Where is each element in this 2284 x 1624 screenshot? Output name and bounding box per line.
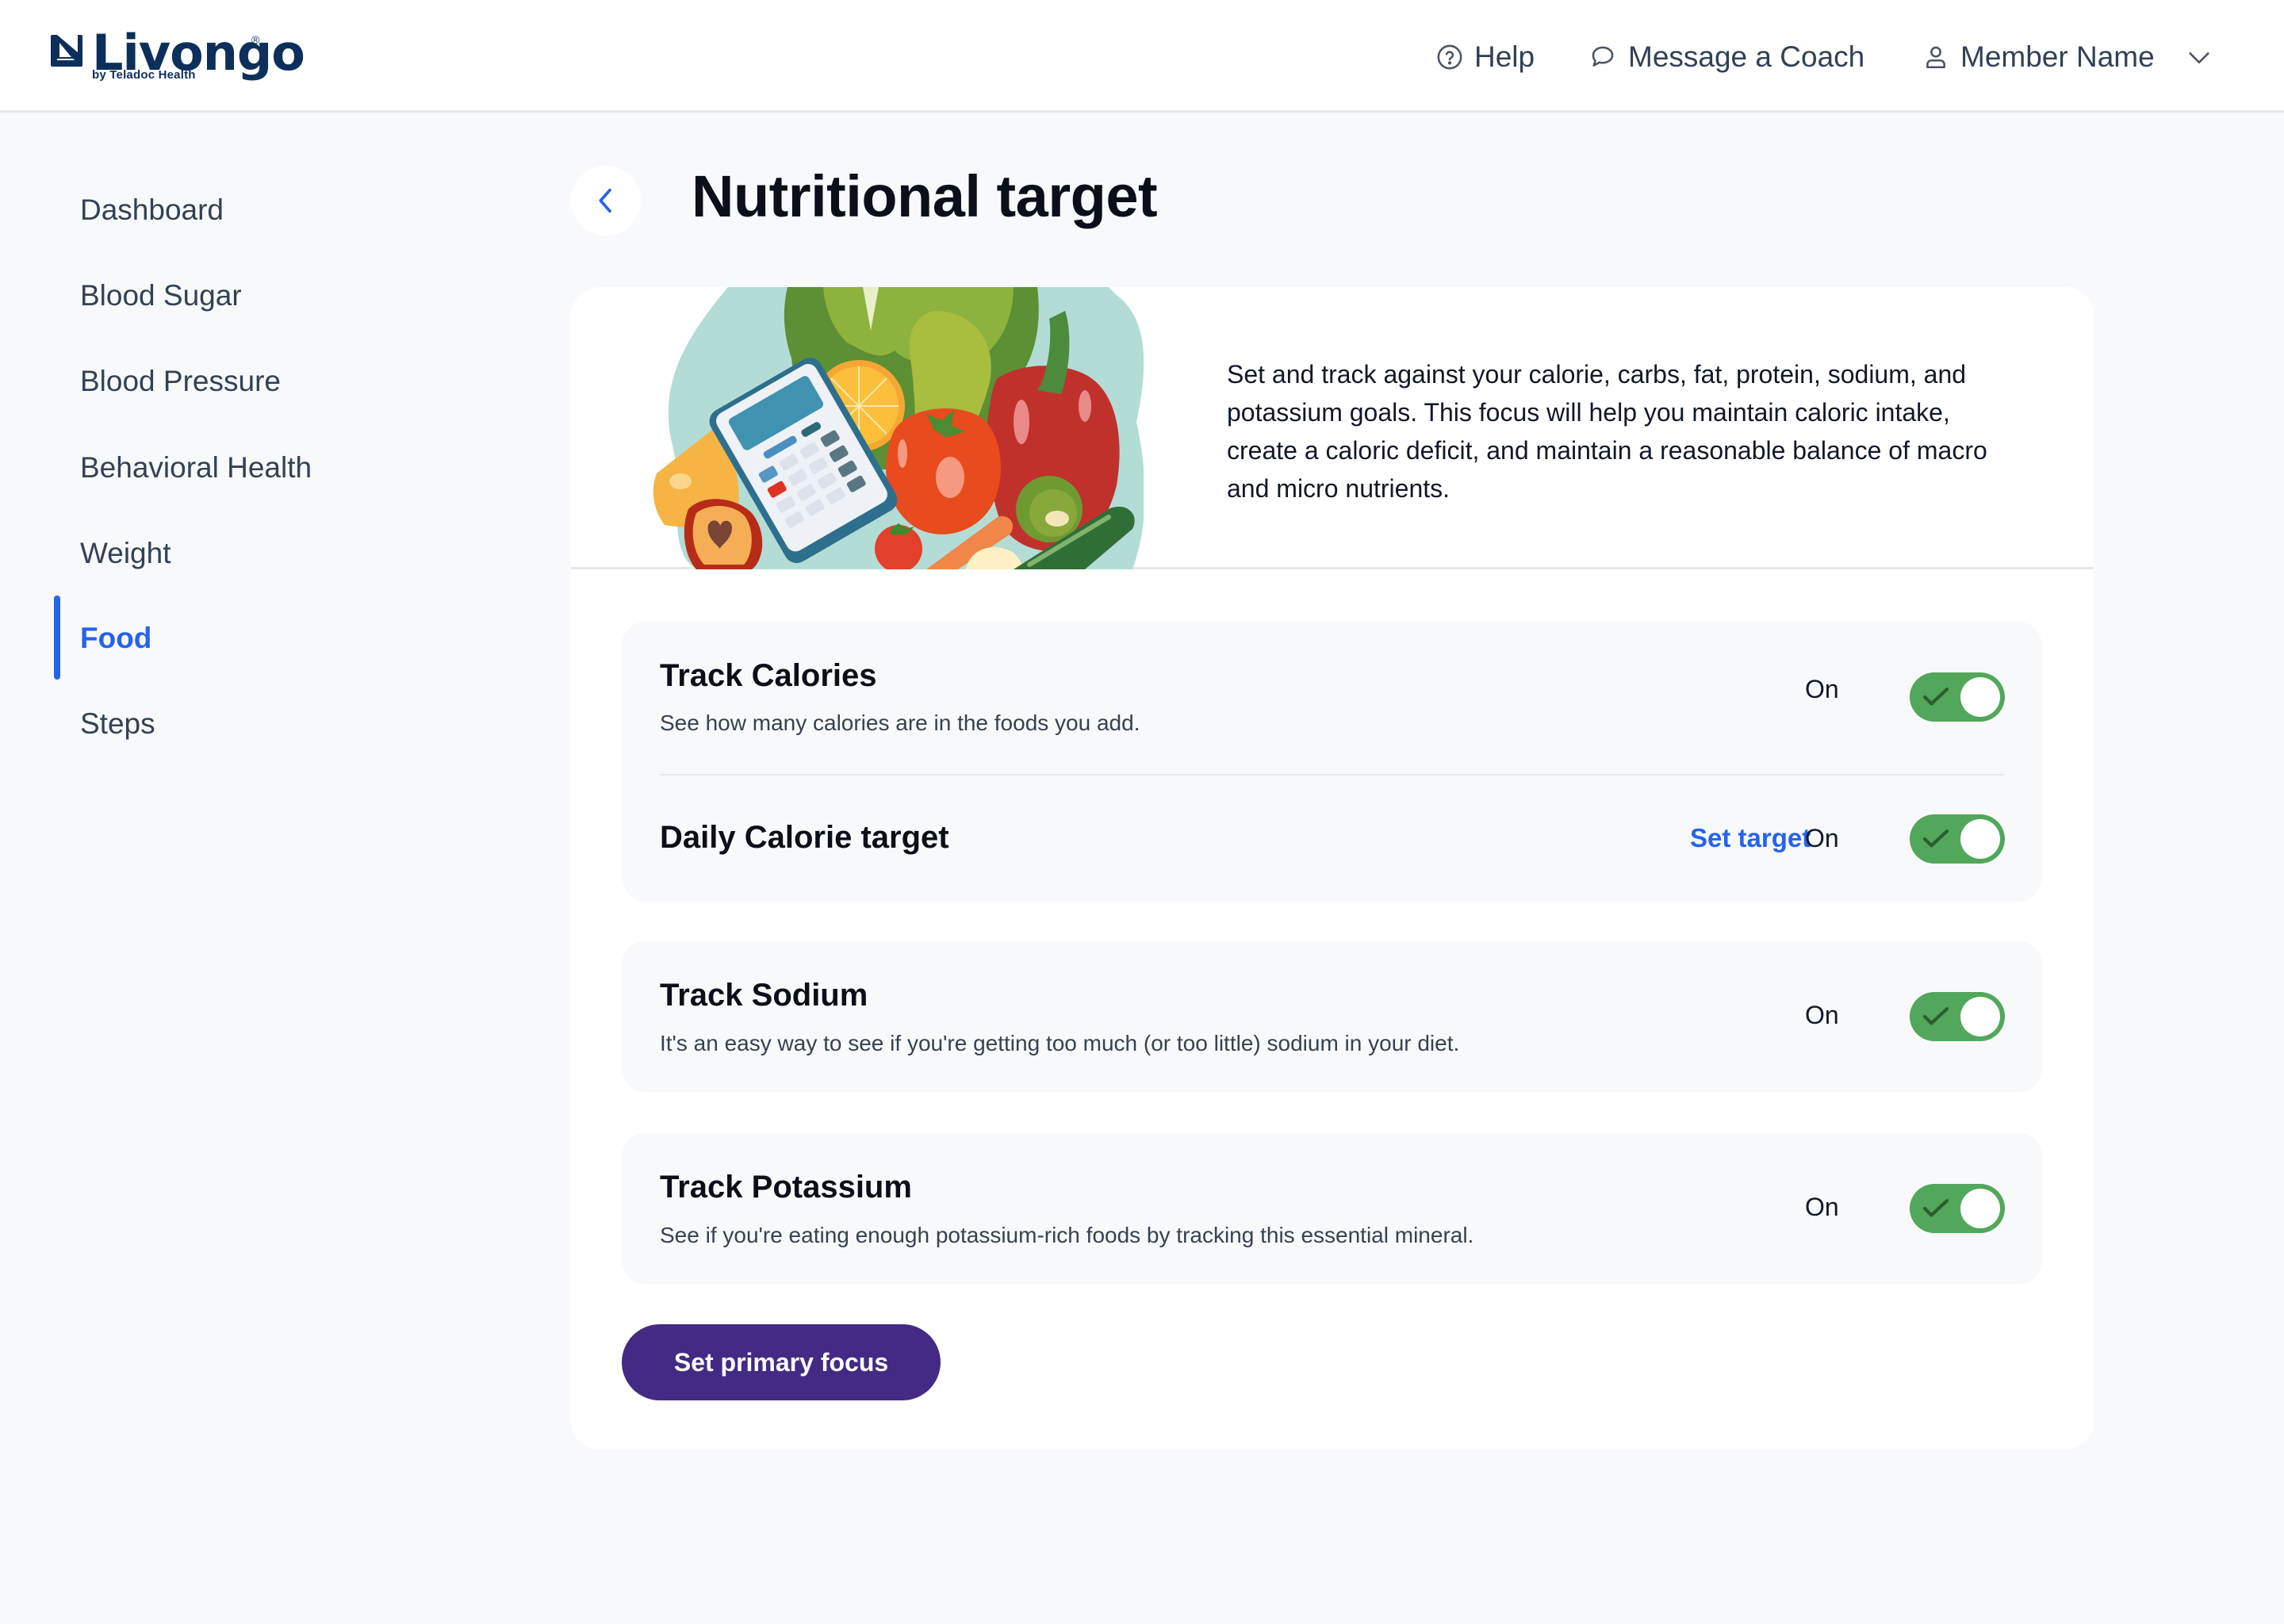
nutritional-target-card: Set and track against your calorie, carb… [571, 287, 2094, 1450]
chevron-down-icon[interactable] [2186, 44, 2213, 71]
track-potassium-title: Track Potassium [660, 1170, 912, 1205]
track-potassium-state: On [1805, 1193, 1839, 1221]
user-icon [1926, 46, 1945, 69]
sidebar-item-dashboard[interactable]: Dashboard [80, 186, 224, 234]
food-calculator-illustration [653, 287, 1144, 569]
track-potassium-toggle[interactable] [1910, 1184, 2005, 1233]
logo-registered-mark: ® [251, 33, 260, 46]
check-icon [1922, 1007, 1949, 1025]
check-icon [1922, 688, 1949, 706]
daily-calorie-target-state: On [1805, 824, 1839, 852]
top-header: Livongo ® by Teladoc Health Help Message… [0, 0, 2284, 113]
logo-mark-icon [51, 35, 82, 67]
track-calories-card: Track Calories See how many calories are… [622, 622, 2042, 902]
chat-bubble-icon [1592, 46, 1614, 67]
logo-subtext: by Teladoc Health [92, 68, 196, 82]
active-nav-indicator [54, 596, 60, 680]
track-calories-toggle[interactable] [1910, 672, 2005, 722]
help-label: Help [1474, 40, 1535, 73]
chevron-left-icon [599, 188, 611, 213]
track-calories-title: Track Calories [660, 658, 877, 693]
track-calories-state: On [1805, 675, 1839, 703]
toggle-knob [1960, 1189, 2000, 1228]
track-sodium-state: On [1805, 1001, 1839, 1029]
help-circle-icon [1437, 44, 1462, 70]
check-icon [1922, 829, 1949, 848]
check-icon [1922, 1199, 1949, 1217]
daily-calorie-target-toggle[interactable] [1910, 814, 2005, 864]
focus-description: Set and track against your calorie, carb… [1227, 360, 1987, 503]
member-menu[interactable]: Member Name [1922, 35, 2155, 79]
track-calories-subtitle: See how many calories are in the foods y… [660, 710, 1140, 735]
message-coach-link[interactable]: Message a Coach [1588, 35, 1864, 79]
back-button[interactable] [571, 166, 641, 236]
set-target-link[interactable]: Set target [1690, 823, 1811, 853]
hero-section: Set and track against your calorie, carb… [571, 287, 2094, 569]
member-name-label: Member Name [1960, 40, 2155, 73]
livongo-logo[interactable]: Livongo ® by Teladoc Health [51, 24, 305, 89]
sidebar-item-blood-pressure[interactable]: Blood Pressure [80, 358, 281, 405]
daily-calorie-target-title: Daily Calorie target [660, 820, 949, 855]
track-potassium-card: Track Potassium See if you're eating eno… [622, 1133, 2042, 1285]
help-link[interactable]: Help [1436, 35, 1535, 79]
sidebar-item-weight[interactable]: Weight [80, 530, 171, 577]
toggle-knob [1960, 819, 2000, 859]
track-potassium-subtitle: See if you're eating enough potassium-ri… [660, 1223, 1474, 1247]
set-primary-focus-button[interactable]: Set primary focus [622, 1324, 941, 1400]
toggle-knob [1960, 997, 2000, 1036]
sidebar-item-behavioral-health[interactable]: Behavioral Health [80, 444, 312, 492]
card-divider [660, 774, 2004, 776]
message-coach-label: Message a Coach [1628, 40, 1865, 73]
sidebar-item-blood-sugar[interactable]: Blood Sugar [80, 272, 242, 320]
sidebar-item-steps[interactable]: Steps [80, 700, 155, 748]
track-sodium-subtitle: It's an easy way to see if you're gettin… [660, 1031, 1460, 1055]
sidebar-item-food[interactable]: Food [80, 615, 151, 662]
track-sodium-card: Track Sodium It's an easy way to see if … [622, 941, 2042, 1093]
track-sodium-title: Track Sodium [660, 978, 868, 1013]
page-title: Nutritional target [692, 163, 1158, 229]
toggle-knob [1960, 677, 2000, 717]
track-sodium-toggle[interactable] [1910, 992, 2005, 1041]
